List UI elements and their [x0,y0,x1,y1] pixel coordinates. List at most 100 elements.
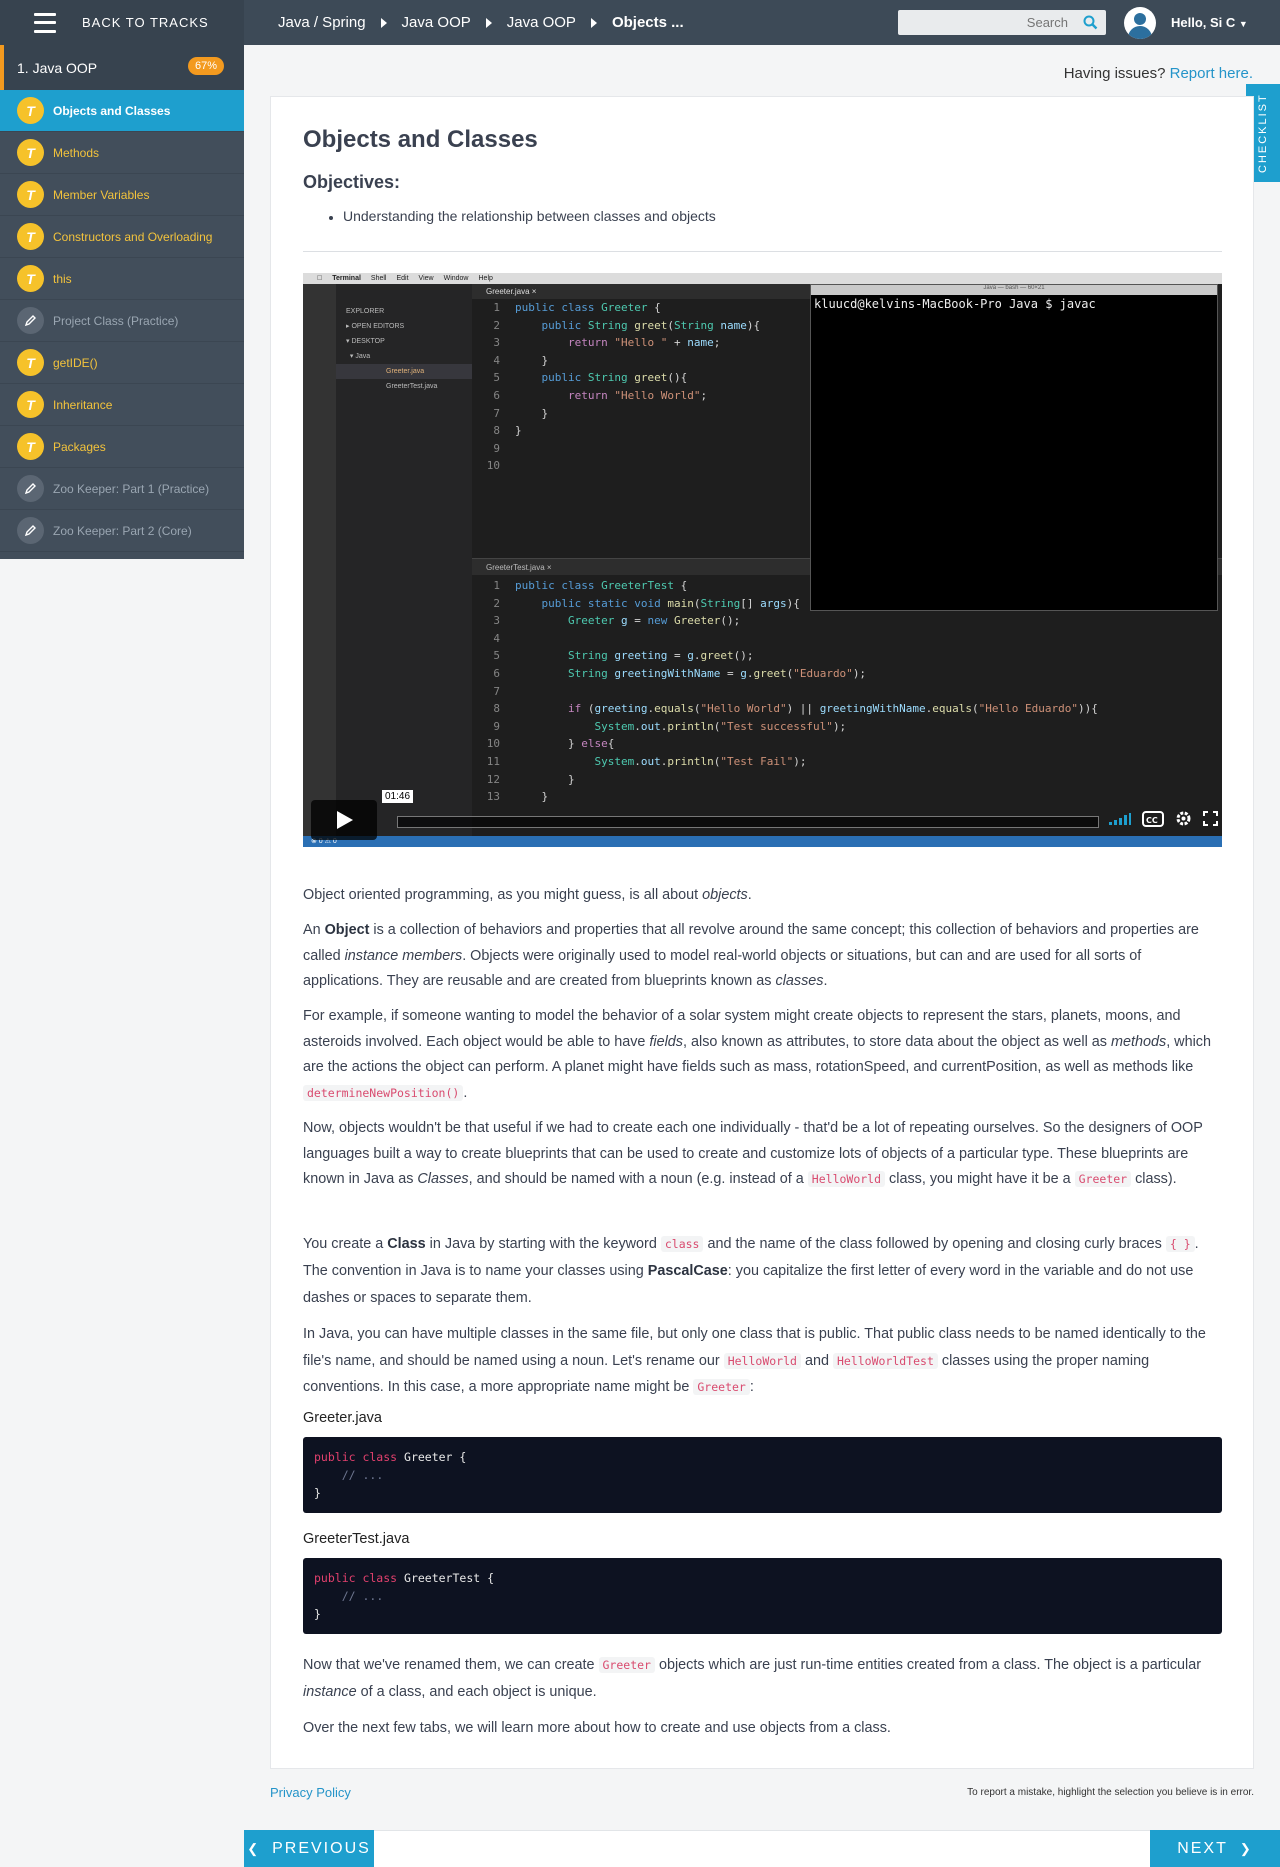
text: : [749,1379,754,1395]
volume-icon[interactable] [1109,812,1131,830]
code-block: public class Greeter { // ... } [303,1437,1222,1513]
search-input[interactable] [898,10,1074,35]
caret-down-icon: ▼ [1238,19,1248,29]
sidebar-item-label: Constructors and Overloading [53,229,213,244]
user-menu[interactable]: Hello, Si C ▼ [1171,15,1248,30]
text: , and should be named with a noun (e.g. … [468,1171,808,1187]
video-icon-group: CC [1109,810,1218,832]
mac-menu-bar: TerminalShellEditViewWindowHelp [303,273,1222,284]
breadcrumb-item[interactable]: Java / Spring [278,14,366,31]
sidebar-item-zoo-keeper-1[interactable]: Zoo Keeper: Part 1 (Practice) [0,468,244,510]
breadcrumb-item[interactable]: Java OOP [402,14,471,31]
inline-code: Greeter [1074,1171,1132,1187]
text: and [800,1352,833,1369]
captions-icon[interactable]: CC [1142,810,1164,832]
sidebar-item-zoo-keeper-2[interactable]: Zoo Keeper: Part 2 (Core) [0,510,244,552]
text: . [747,887,752,903]
terminal-prompt: kluucd@kelvins-MacBook-Pro Java $ javac [814,297,1096,311]
lesson-nav-bar [244,1830,1280,1867]
issues-text: Having issues? [1063,65,1166,82]
sidebar-item-label: Zoo Keeper: Part 2 (Core) [53,523,192,538]
paragraph: An Object is a collection of behaviors a… [303,918,1222,995]
sidebar-item-label: Zoo Keeper: Part 1 (Practice) [53,481,210,496]
sidebar-item-label: this [53,271,72,286]
text: and the name of the class followed by op… [703,1236,1166,1252]
code-block: public class GreeterTest { // ... } [303,1558,1222,1634]
sidebar-item-label: Packages [53,439,106,454]
text-italic: fields [649,1033,684,1050]
sidebar-item-constructors[interactable]: T Constructors and Overloading [0,216,244,258]
sidebar-item-member-variables[interactable]: T Member Variables [0,174,244,216]
sidebar-item-label: Inheritance [53,397,113,412]
sidebar-item-packages[interactable]: T Packages [0,426,244,468]
code-text: } [314,1486,321,1500]
top-bar-left: BACK TO TRACKS [0,0,244,45]
text: in Java by starting with the keyword [425,1236,661,1252]
next-label: NEXT [1177,1839,1228,1857]
play-button[interactable] [311,800,377,840]
avatar[interactable] [1124,7,1156,39]
report-link[interactable]: Report here. [1170,65,1253,82]
search-icon[interactable] [1083,15,1098,35]
sidebar-item-getide[interactable]: TgetIDE() [0,342,244,384]
module-header[interactable]: 1. Java OOP 67% [0,45,244,90]
paragraph: Over the next few tabs, we will learn mo… [303,1720,891,1736]
sidebar-item-project-class[interactable]: Project Class (Practice) [0,300,244,342]
code-text: GreeterTest { [397,1571,495,1585]
user-greeting: Hello, Si C [1171,15,1236,30]
explorer-file: Greeter.java [336,364,472,379]
paragraph: You create a Class in Java by starting w… [303,1231,1222,1312]
lesson-icon: T [17,181,44,208]
video-progress-bar[interactable] [397,816,1099,828]
privacy-policy-link[interactable]: Privacy Policy [270,1785,351,1800]
code-comment: // ... [341,1468,384,1482]
settings-gear-icon[interactable] [1175,810,1192,832]
inline-code: HelloWorld [723,1352,801,1369]
video-player[interactable]: TerminalShellEditViewWindowHelp EXPLORE… [303,273,1222,847]
lesson-icon: T [17,139,44,166]
chevron-right-icon [590,17,597,28]
back-to-tracks-link[interactable]: BACK TO TRACKS [82,15,209,30]
chevron-right-icon: ❯ [1239,1840,1253,1856]
text-bold: Class [387,1236,426,1252]
report-note: To report a mistake, highlight the selec… [967,1787,1254,1798]
play-icon [337,811,353,829]
divider [303,251,1222,252]
editor-explorer: EXPLORER ▸ OPEN EDITORS ▾ DESKTOP ▾ Java G… [336,284,472,836]
sidebar-item-inheritance[interactable]: T Inheritance [0,384,244,426]
objectives-heading: Objectives: [303,172,401,192]
code-comment: // ... [341,1589,384,1603]
text: . [823,973,828,989]
video-controls: 01:46 CC [311,790,1218,840]
text-italic: instance members [344,947,463,964]
editor-tab-label: GreeterTest.java [486,563,545,572]
editor-activity-bar [303,284,336,836]
breadcrumb-current: Objects ... [611,14,684,31]
objective-item: Understanding the relationship between c… [343,208,716,224]
pencil-icon [17,307,44,334]
breadcrumb-item[interactable]: Java OOP [507,14,576,31]
text-italic: objects [702,887,748,903]
lesson-icon: T [17,433,44,460]
menu-icon[interactable] [34,12,56,33]
text-italic: Classes [417,1171,469,1187]
inline-code: { } [1165,1236,1195,1252]
chevron-left-icon: ❮ [247,1840,261,1856]
sidebar-item-objects-and-classes[interactable]: T Objects and Classes [0,90,244,132]
file-name-label: GreeterTest.java [303,1531,410,1547]
top-bar: BACK TO TRACKS Java / Spring Java OOP Ja… [0,0,1280,45]
fullscreen-icon[interactable] [1203,811,1218,831]
text: , also known as attributes, to store dat… [683,1033,1111,1050]
page-title: Objects and Classes [303,126,538,153]
sidebar-item-this[interactable]: Tthis [0,258,244,300]
inline-code: determineNewPosition() [303,1084,464,1101]
lesson-icon: T [17,265,44,292]
previous-button[interactable]: ❮ PREVIOUS [244,1830,374,1867]
issues-notice: Having issues? Report here. [1064,65,1253,82]
paragraph: For example, if someone wanting to model… [303,1004,1222,1106]
next-button[interactable]: NEXT ❯ [1150,1830,1280,1867]
editor-code-greetertest: 1 public class GreeterTest { 2 public sta… [486,579,1098,804]
inline-code: HelloWorldTest [832,1352,938,1369]
sidebar-item-methods[interactable]: T Methods [0,132,244,174]
pencil-icon [17,517,44,544]
